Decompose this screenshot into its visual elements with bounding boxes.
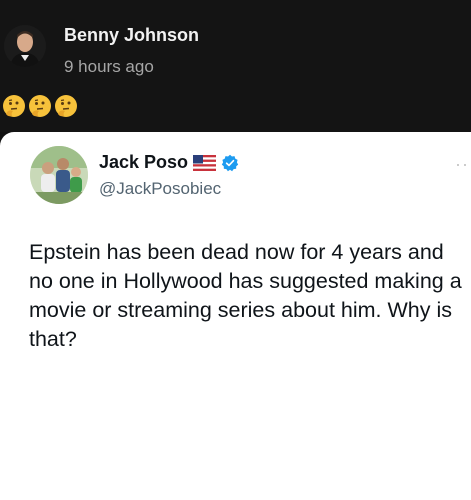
tweet-name-row: Jack Poso <box>99 152 239 173</box>
tweet-handle[interactable]: @JackPosobiec <box>99 179 221 199</box>
thinking-face-icon <box>29 95 51 117</box>
tweet-text-line: Epstein has been dead now for 4 years an… <box>29 240 444 264</box>
author-name[interactable]: Benny Johnson <box>64 25 199 46</box>
author-avatar[interactable] <box>4 25 46 67</box>
post-header: Benny Johnson 9 hours ago <box>0 0 471 132</box>
verified-badge-icon <box>221 154 239 171</box>
tweet-text-line: that? <box>29 327 77 351</box>
tweet-author-avatar[interactable] <box>30 146 88 204</box>
tweet-display-name[interactable]: Jack Poso <box>99 152 188 173</box>
tweet-text-line: no one in Hollywood has suggested making… <box>29 269 462 293</box>
thinking-face-icon <box>3 95 25 117</box>
tweet-text-line: movie or streaming series about him. Why… <box>29 298 452 322</box>
thinking-face-icon <box>55 95 77 117</box>
caption-emojis <box>2 94 78 118</box>
more-options-icon[interactable]: ·· <box>455 154 469 175</box>
tweet-text: Epstein has been dead now for 4 years an… <box>29 238 471 354</box>
us-flag-icon <box>193 154 217 171</box>
post-timestamp: 9 hours ago <box>64 57 154 76</box>
